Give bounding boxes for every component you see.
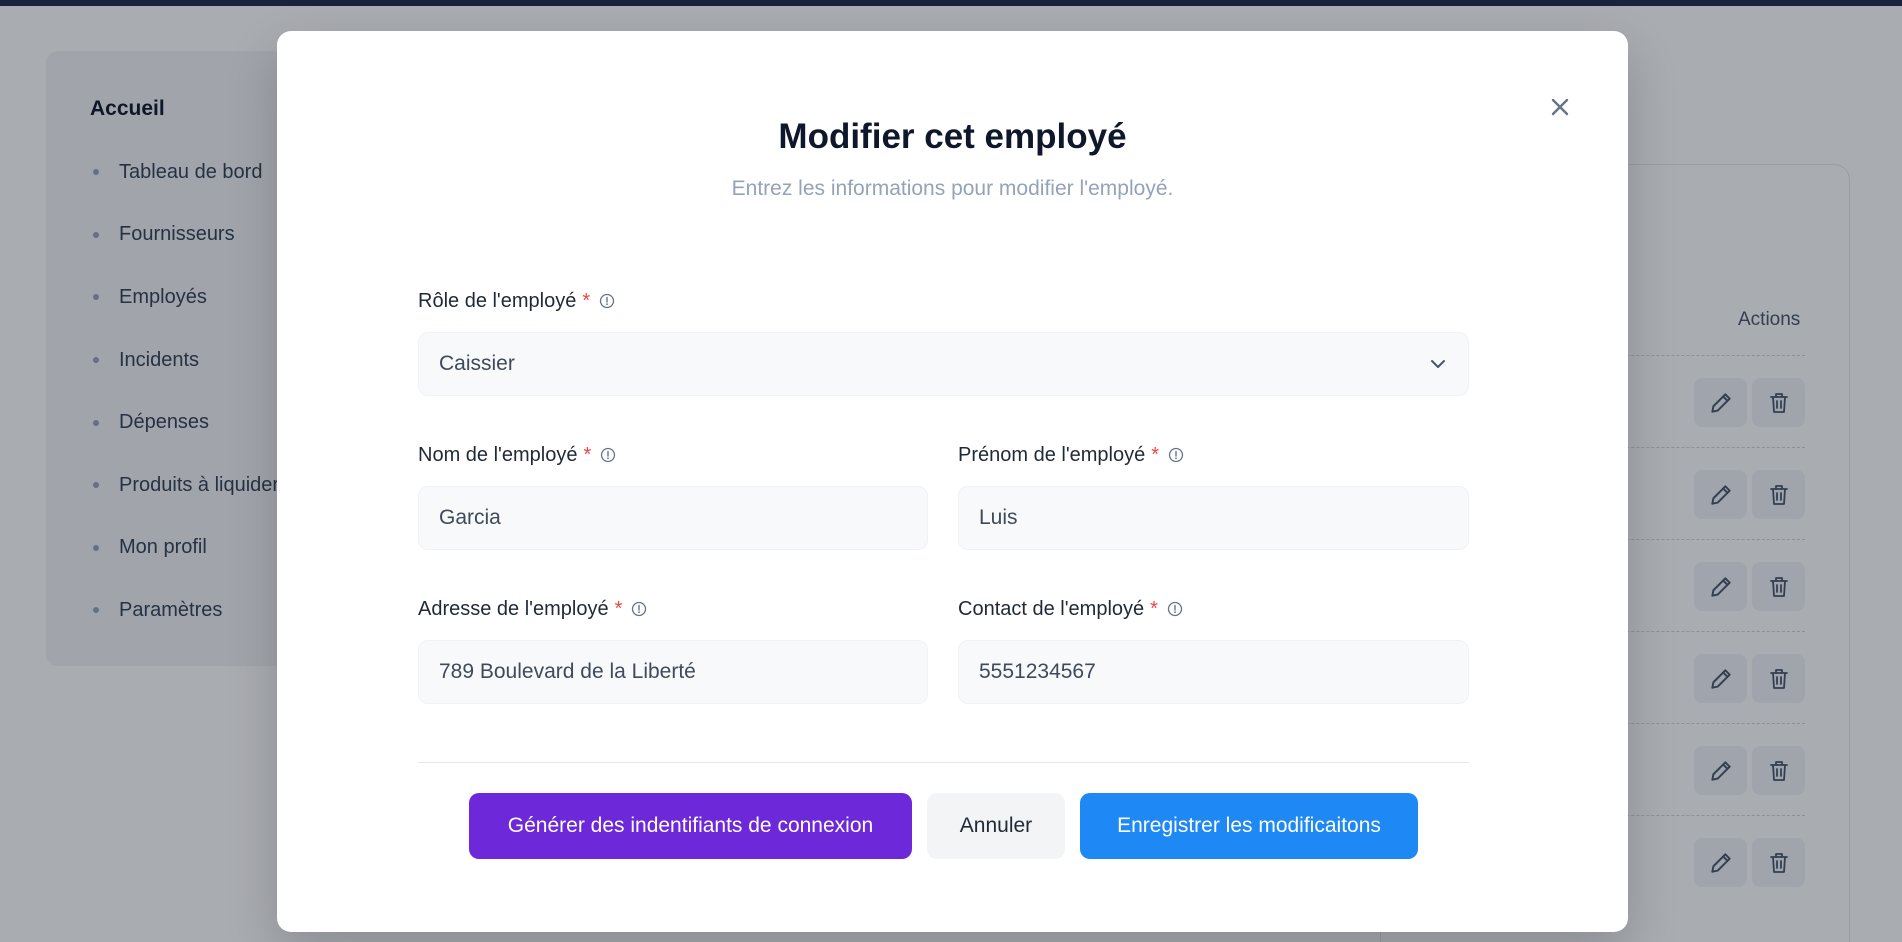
required-marker: *	[1150, 597, 1158, 620]
generate-credentials-button[interactable]: Générer des indentifiants de connexion	[469, 793, 912, 859]
role-select[interactable]: Caissier	[418, 332, 1469, 396]
address-input[interactable]: 789 Boulevard de la Liberté	[418, 640, 928, 704]
first-name-field: Prénom de l'employé * Luis	[958, 442, 1469, 550]
last-name-value: Garcia	[439, 506, 501, 529]
role-label: Rôle de l'employé	[418, 289, 577, 312]
close-icon	[1551, 98, 1569, 116]
required-marker: *	[1151, 443, 1160, 466]
role-field: Rôle de l'employé * Caissier	[418, 288, 1469, 396]
required-marker: *	[583, 443, 592, 466]
edit-employee-modal: Modifier cet employé Entrez les informat…	[277, 31, 1628, 932]
info-icon[interactable]	[631, 601, 647, 617]
chevron-down-icon	[1431, 360, 1445, 368]
cancel-button[interactable]: Annuler	[927, 793, 1065, 859]
contact-field: Contact de l'employé * 5551234567	[958, 596, 1469, 704]
modal-title: Modifier cet employé	[778, 117, 1127, 156]
first-name-value: Luis	[979, 506, 1018, 529]
modal-subtitle: Entrez les informations pour modifier l'…	[731, 177, 1174, 200]
required-marker: *	[582, 289, 591, 312]
last-name-label: Nom de l'employé	[418, 443, 578, 466]
save-changes-button[interactable]: Enregistrer les modificaitons	[1080, 793, 1418, 859]
contact-label: Contact de l'employé	[958, 597, 1145, 620]
last-name-field: Nom de l'employé * Garcia	[418, 442, 928, 550]
info-icon[interactable]	[1167, 601, 1183, 617]
last-name-input[interactable]: Garcia	[418, 486, 928, 550]
first-name-input[interactable]: Luis	[958, 486, 1469, 550]
address-label: Adresse de l'employé	[418, 597, 609, 620]
info-icon[interactable]	[1168, 447, 1184, 463]
contact-input[interactable]: 5551234567	[958, 640, 1469, 704]
role-select-value: Caissier	[439, 352, 515, 375]
info-icon[interactable]	[599, 293, 615, 309]
required-marker: *	[614, 597, 623, 620]
address-value: 789 Boulevard de la Liberté	[439, 660, 696, 683]
info-icon[interactable]	[600, 447, 616, 463]
address-field: Adresse de l'employé * 789 Boulevard de …	[418, 596, 928, 704]
contact-value: 5551234567	[979, 660, 1096, 683]
footer-divider	[418, 762, 1469, 763]
first-name-label: Prénom de l'employé	[958, 443, 1146, 466]
